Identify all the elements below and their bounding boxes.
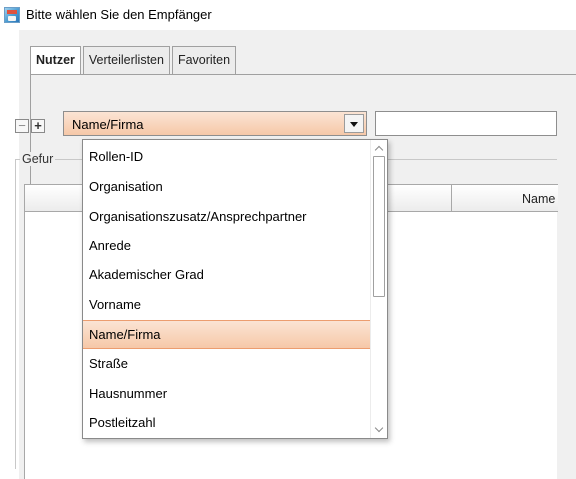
tab-verteilerlisten[interactable]: Verteilerlisten <box>82 46 170 74</box>
title-bar: Bitte wählen Sie den Empfänger <box>0 0 576 30</box>
field-dropdown-list: Rollen-ID Organisation Organisationszusa… <box>82 139 388 439</box>
scrollbar-thumb[interactable] <box>373 156 385 297</box>
dropdown-option[interactable]: Akademischer Grad <box>83 260 371 289</box>
column-separator[interactable] <box>451 185 452 212</box>
dropdown-option[interactable]: Vorname <box>83 290 371 319</box>
field-select[interactable]: Name/Firma <box>63 111 367 136</box>
results-group-label: Gefur <box>20 152 56 166</box>
window-title: Bitte wählen Sie den Empfänger <box>26 7 212 22</box>
dropdown-option[interactable]: Straße <box>83 349 371 378</box>
remove-filter-button[interactable]: − <box>15 119 29 133</box>
scroll-down-icon[interactable] <box>375 425 384 434</box>
dropdown-option[interactable]: Postleitzahl <box>83 408 371 437</box>
dropdown-option-selected[interactable]: Name/Firma <box>83 320 371 349</box>
tab-nutzer[interactable]: Nutzer <box>30 46 81 75</box>
field-select-value: Name/Firma <box>72 117 144 132</box>
app-icon <box>4 7 20 23</box>
add-filter-button[interactable]: + <box>31 119 45 133</box>
tab-favoriten[interactable]: Favoriten <box>171 46 237 74</box>
dropdown-option[interactable]: Organisationszusatz/Ansprechpartner <box>83 202 371 231</box>
dropdown-option[interactable]: Organisation <box>83 172 371 201</box>
tab-bar: Nutzer Verteilerlisten Favoriten <box>30 46 238 75</box>
dropdown-option[interactable]: Rollen-ID <box>83 142 371 171</box>
scroll-up-icon[interactable] <box>375 144 384 153</box>
dropdown-option[interactable]: Anrede <box>83 231 371 260</box>
dropdown-option[interactable]: Hausnummer <box>83 379 371 408</box>
chevron-down-icon[interactable] <box>344 114 364 133</box>
search-input[interactable] <box>375 111 557 136</box>
column-header-name[interactable]: Name <box>522 192 555 206</box>
dropdown-scrollbar[interactable] <box>370 140 387 438</box>
